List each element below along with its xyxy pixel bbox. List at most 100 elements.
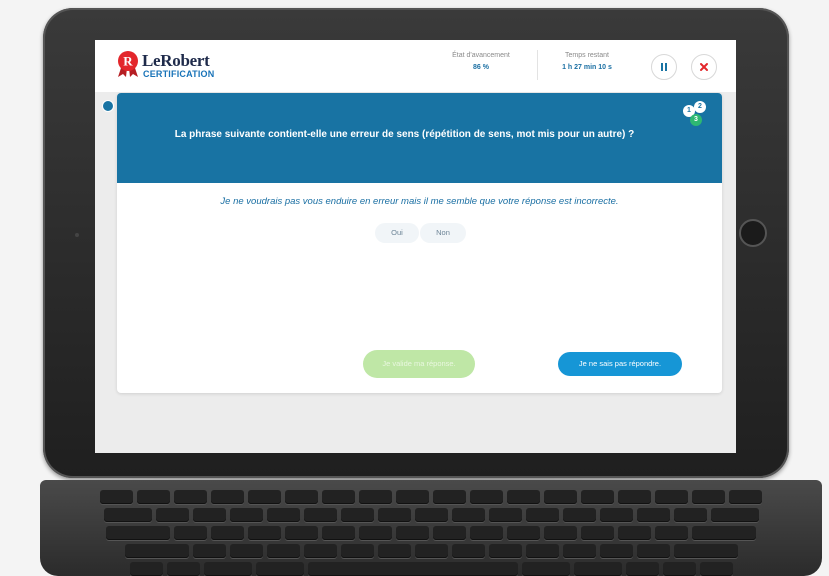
- question-title: La phrase suivante contient-elle une err…: [174, 129, 635, 140]
- key[interactable]: [285, 490, 318, 504]
- key[interactable]: [359, 526, 392, 540]
- key[interactable]: [625, 562, 659, 576]
- key[interactable]: [266, 508, 300, 522]
- key[interactable]: [255, 562, 304, 576]
- key[interactable]: [544, 526, 577, 540]
- key[interactable]: [396, 526, 429, 540]
- key[interactable]: [359, 490, 392, 504]
- svg-text:R: R: [123, 54, 133, 69]
- key[interactable]: [525, 508, 559, 522]
- key[interactable]: [636, 544, 670, 558]
- key[interactable]: [211, 490, 244, 504]
- key[interactable]: [166, 562, 200, 576]
- key[interactable]: [521, 562, 570, 576]
- dont-know-button[interactable]: Je ne sais pas répondre.: [558, 352, 682, 376]
- key[interactable]: [322, 526, 355, 540]
- key[interactable]: [340, 508, 374, 522]
- side-handle[interactable]: [102, 100, 114, 112]
- key[interactable]: [618, 526, 651, 540]
- key[interactable]: [211, 526, 244, 540]
- key[interactable]: [203, 562, 252, 576]
- key[interactable]: [599, 544, 633, 558]
- key[interactable]: [488, 508, 522, 522]
- key[interactable]: [155, 508, 189, 522]
- header-divider: [537, 50, 538, 80]
- key[interactable]: [692, 490, 725, 504]
- key[interactable]: [433, 526, 466, 540]
- badge-2: 2: [694, 101, 706, 113]
- key[interactable]: [544, 490, 577, 504]
- key[interactable]: [673, 544, 738, 558]
- key[interactable]: [414, 544, 448, 558]
- key[interactable]: [525, 544, 559, 558]
- lerobert-logo: R LeRobert CERTIFICATION: [115, 50, 215, 84]
- key[interactable]: [507, 490, 540, 504]
- spacebar-key[interactable]: [307, 562, 518, 576]
- key[interactable]: [692, 526, 756, 540]
- key[interactable]: [662, 562, 696, 576]
- key[interactable]: [229, 544, 263, 558]
- keyboard-row: [58, 544, 804, 558]
- badge-3: 3: [690, 114, 702, 126]
- key[interactable]: [340, 544, 374, 558]
- key[interactable]: [433, 490, 466, 504]
- close-button[interactable]: [691, 54, 717, 80]
- key[interactable]: [573, 562, 622, 576]
- key[interactable]: [699, 562, 733, 576]
- key[interactable]: [248, 526, 281, 540]
- key[interactable]: [710, 508, 759, 522]
- key[interactable]: [124, 544, 189, 558]
- key[interactable]: [137, 490, 170, 504]
- pause-button[interactable]: [651, 54, 677, 80]
- choice-non-button[interactable]: Non: [420, 223, 466, 243]
- key[interactable]: [562, 508, 596, 522]
- key[interactable]: [470, 526, 503, 540]
- key[interactable]: [451, 544, 485, 558]
- question-header: La phrase suivante contient-elle une err…: [117, 93, 722, 183]
- key[interactable]: [562, 544, 596, 558]
- key[interactable]: [303, 544, 337, 558]
- key[interactable]: [377, 544, 411, 558]
- key[interactable]: [174, 490, 207, 504]
- key[interactable]: [192, 544, 226, 558]
- key[interactable]: [229, 508, 263, 522]
- keyboard-row: [58, 526, 804, 540]
- key[interactable]: [581, 490, 614, 504]
- keyboard-row: [58, 508, 804, 522]
- key[interactable]: [729, 490, 762, 504]
- progress-value: 86 %: [473, 64, 489, 71]
- key[interactable]: [174, 526, 207, 540]
- key[interactable]: [285, 526, 318, 540]
- validate-answer-button[interactable]: Je valide ma réponse.: [363, 350, 475, 378]
- key[interactable]: [599, 508, 633, 522]
- progress-stat: État d'avancement 86 %: [447, 52, 515, 71]
- key[interactable]: [266, 544, 300, 558]
- key[interactable]: [303, 508, 337, 522]
- choice-oui-button[interactable]: Oui: [375, 223, 419, 243]
- key[interactable]: [451, 508, 485, 522]
- key[interactable]: [129, 562, 163, 576]
- key[interactable]: [507, 526, 540, 540]
- key[interactable]: [581, 526, 614, 540]
- key[interactable]: [655, 490, 688, 504]
- logo-subtitle: CERTIFICATION: [143, 69, 215, 79]
- key[interactable]: [414, 508, 448, 522]
- key[interactable]: [655, 526, 688, 540]
- key[interactable]: [470, 490, 503, 504]
- key[interactable]: [636, 508, 670, 522]
- key[interactable]: [488, 544, 522, 558]
- key[interactable]: [377, 508, 411, 522]
- key[interactable]: [248, 490, 281, 504]
- key[interactable]: [106, 526, 170, 540]
- key[interactable]: [192, 508, 226, 522]
- time-label: Temps restant: [565, 52, 609, 59]
- key[interactable]: [673, 508, 707, 522]
- home-button[interactable]: [739, 219, 767, 247]
- keyboard-keys: [58, 490, 804, 576]
- key[interactable]: [100, 490, 133, 504]
- key[interactable]: [103, 508, 152, 522]
- key[interactable]: [396, 490, 429, 504]
- key[interactable]: [322, 490, 355, 504]
- key[interactable]: [618, 490, 651, 504]
- app-header: R LeRobert CERTIFICATION État d'avanceme…: [95, 40, 736, 92]
